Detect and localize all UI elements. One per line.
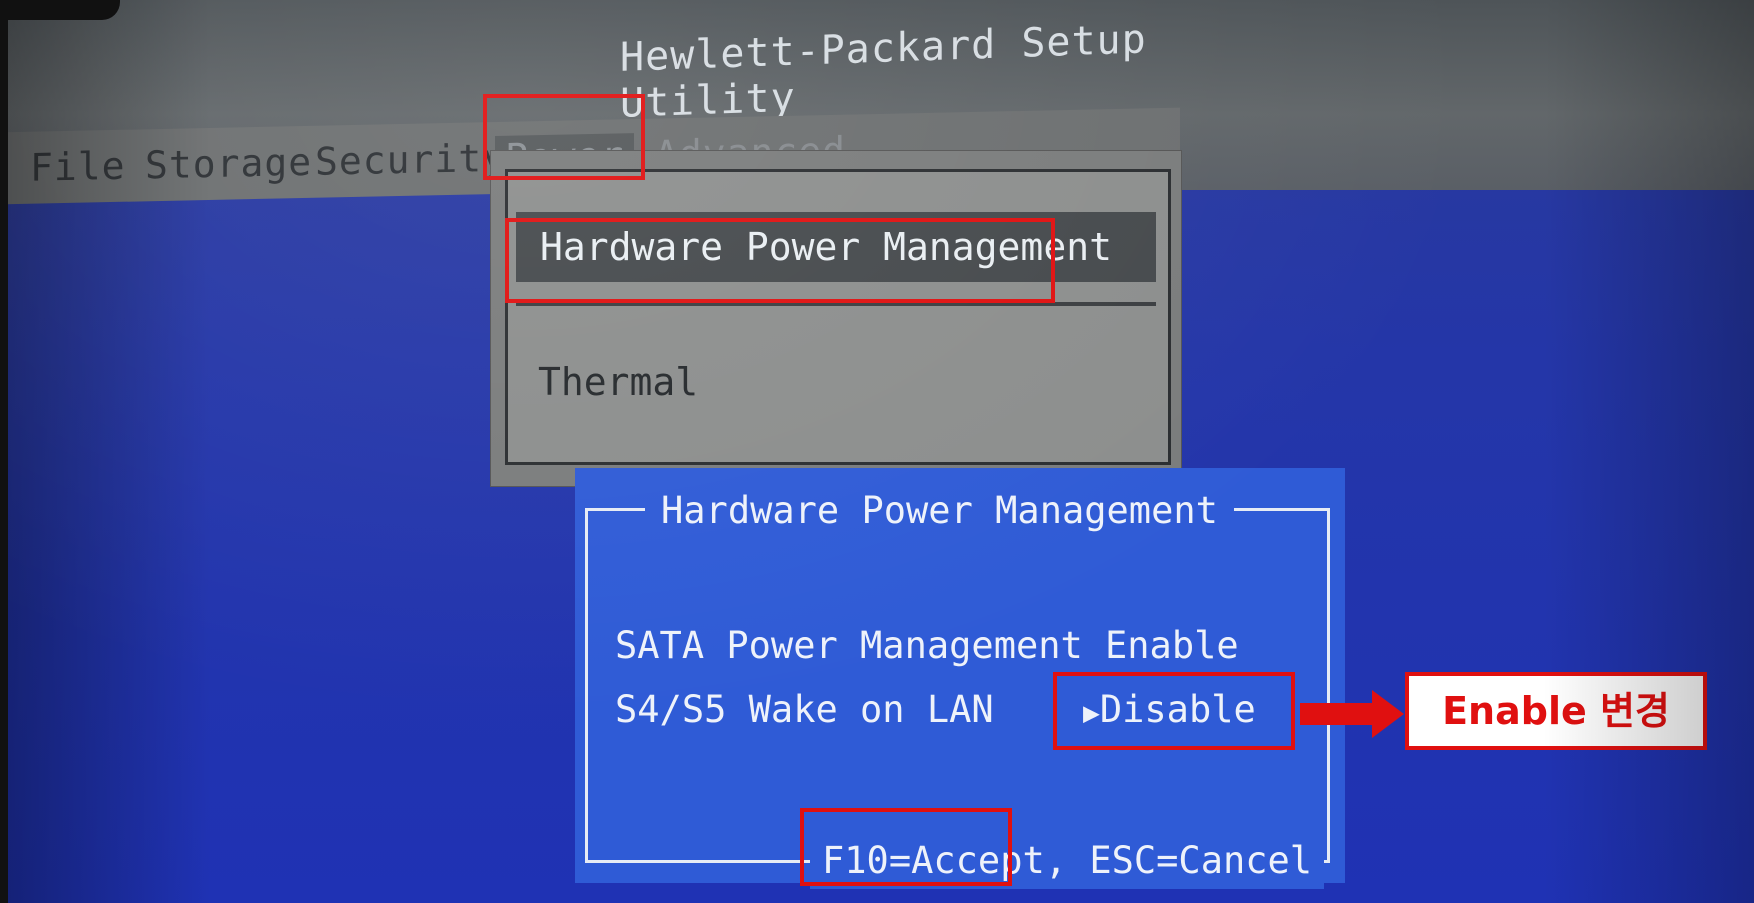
- callout-enable-change: Enable 변경: [1405, 672, 1707, 750]
- highlight-hardware-power-management: [505, 218, 1055, 303]
- menu-item-thermal[interactable]: Thermal: [538, 352, 698, 412]
- highlight-f10-accept: [800, 808, 1012, 886]
- monitor-corner: [0, 0, 120, 20]
- power-menu-dropdown: Hardware Power Management Thermal: [490, 150, 1182, 487]
- highlight-wake-on-lan-value: [1053, 672, 1295, 750]
- setting-label-sata-power-management: SATA Power Management: [615, 624, 1083, 667]
- setting-value-sata-power-management[interactable]: Enable: [1105, 618, 1239, 674]
- dialog-title: Hardware Power Management: [645, 486, 1234, 536]
- esc-cancel-hint[interactable]: ESC=Cancel: [1089, 839, 1312, 882]
- highlight-power-menu: [483, 94, 645, 180]
- setting-label-wake-on-lan: S4/S5 Wake on LAN: [615, 688, 994, 731]
- callout-arrow-shaft: [1300, 703, 1375, 725]
- right-arrow-icon: [1372, 690, 1404, 738]
- menu-file[interactable]: File: [30, 144, 126, 196]
- monitor-bezel: [0, 0, 8, 903]
- menu-security[interactable]: Security: [315, 136, 506, 190]
- menu-storage[interactable]: Storage: [145, 140, 312, 194]
- power-menu-panel: Hardware Power Management Thermal: [505, 169, 1171, 465]
